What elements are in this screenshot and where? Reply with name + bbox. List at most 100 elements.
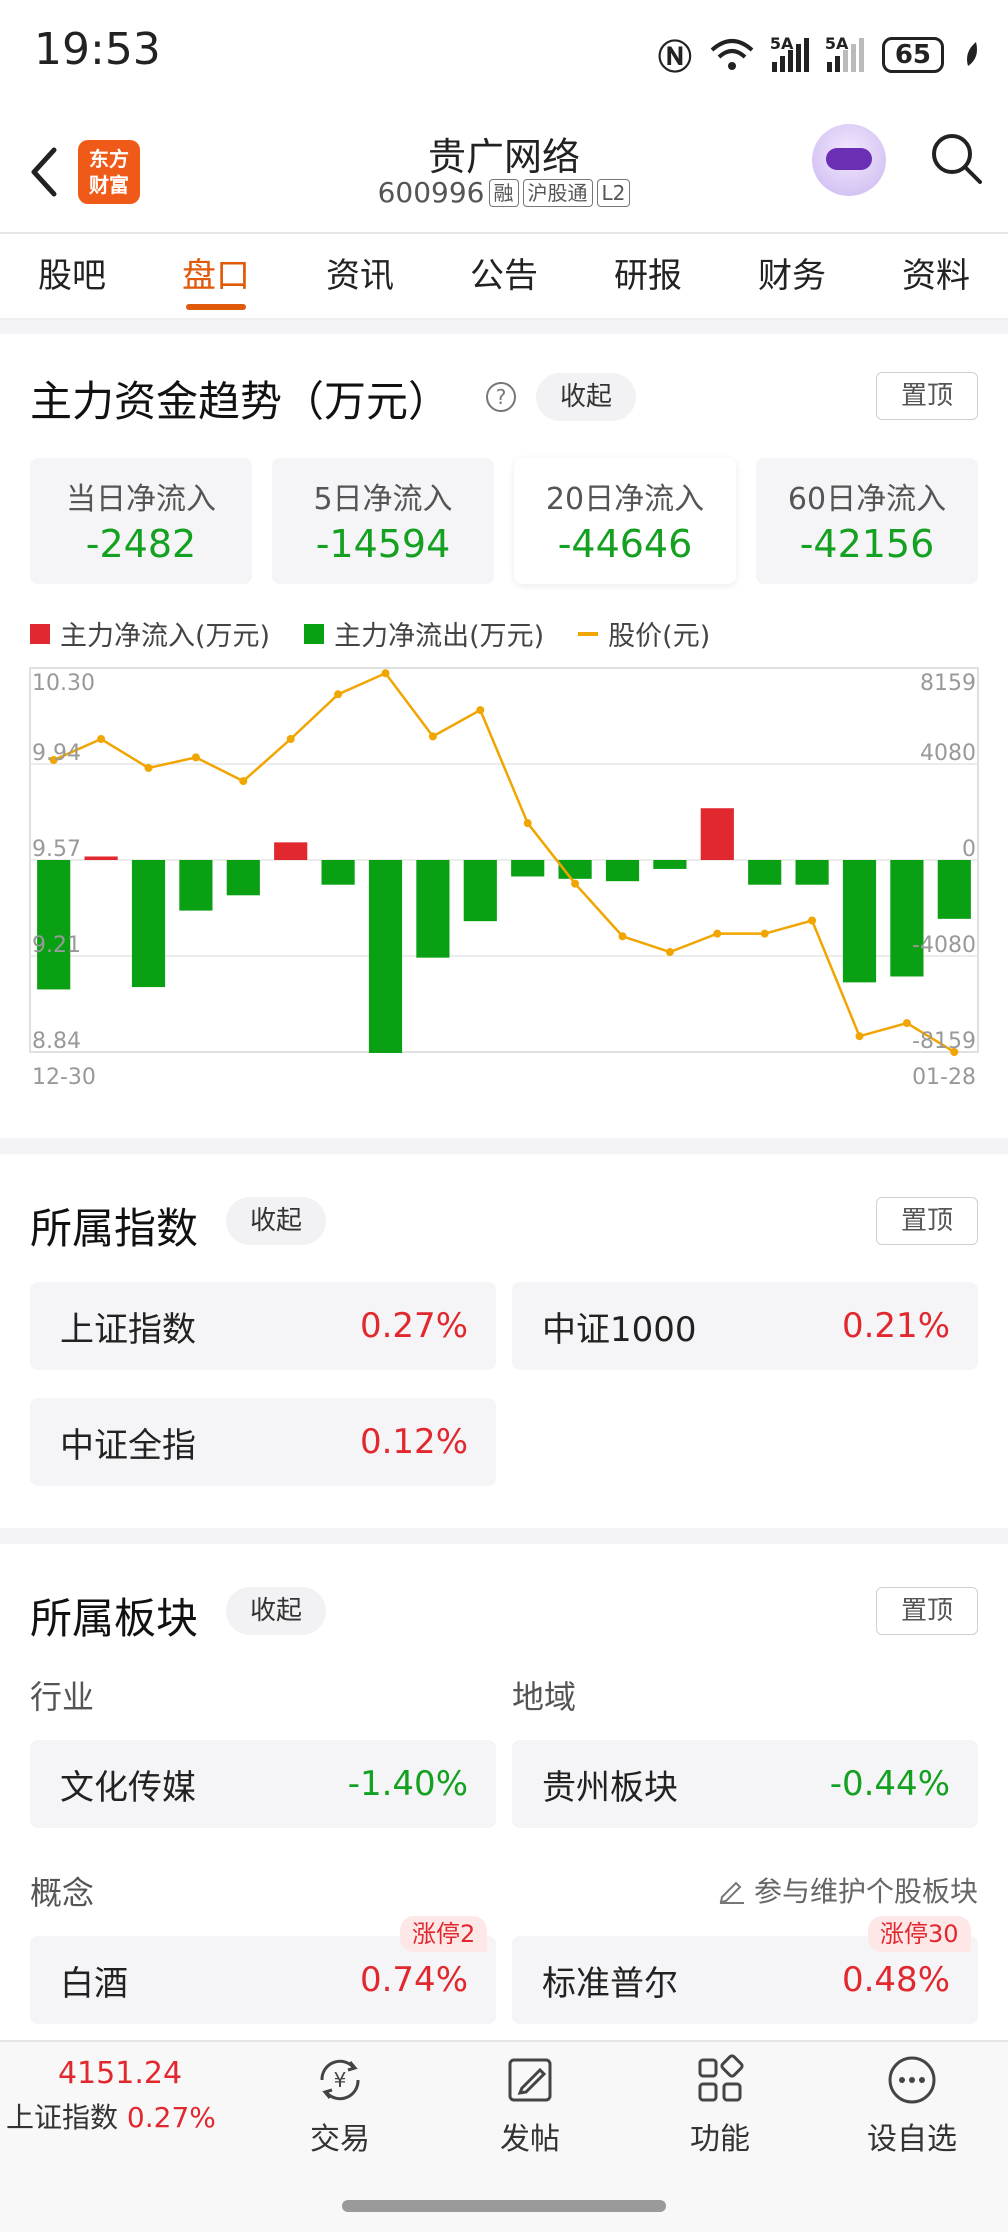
compose-icon <box>508 2058 552 2102</box>
concept-change: 0.74% <box>359 1960 468 2000</box>
flow-box-60day[interactable]: 60日净流入 -42156 <box>756 458 978 584</box>
flow-tick-label: 0 <box>962 837 976 862</box>
flow-tick-label: -8159 <box>912 1029 976 1054</box>
flow-bar <box>653 860 687 869</box>
flow-bar <box>131 860 166 988</box>
flow-box-today[interactable]: 当日净流入 -2482 <box>30 458 252 584</box>
tab-announcements[interactable]: 公告 <box>432 234 576 318</box>
flow-bar <box>368 860 403 1053</box>
price-point <box>334 690 343 699</box>
concept-change: 0.48% <box>841 1960 950 2000</box>
industry-card[interactable]: 文化传媒 -1.40% <box>30 1740 496 1828</box>
flow-bar <box>226 860 260 896</box>
index-change: 0.21% <box>841 1306 950 1346</box>
flow-bar <box>37 860 71 990</box>
chart-legend: 主力净流入(万元) 主力净流出(万元) 股价(元) <box>30 614 710 653</box>
add-watchlist-button[interactable]: 设自选 <box>842 2054 982 2158</box>
yuan-exchange-icon: ¥ <box>320 2059 360 2101</box>
flow-bar <box>321 860 355 885</box>
price-point <box>855 1032 864 1041</box>
nfc-icon: Ⓝ <box>657 38 692 78</box>
trade-button[interactable]: ¥ 交易 <box>270 2054 410 2158</box>
post-button[interactable]: 发帖 <box>460 2054 600 2158</box>
grid-apps-icon <box>698 2054 744 2102</box>
flow-label: 当日净流入 <box>66 482 216 517</box>
tab-bar: 股吧 盘口 资讯 公告 研报 财务 资料 <box>0 234 1008 318</box>
tab-pankou[interactable]: 盘口 <box>144 234 288 318</box>
fund-collapse-button[interactable]: 收起 <box>536 373 637 421</box>
flow-box-5day[interactable]: 5日净流入 -14594 <box>272 458 494 584</box>
tag-level2: L2 <box>596 178 631 207</box>
flow-bar <box>890 860 924 977</box>
index-name: 上证指数 <box>60 1309 196 1350</box>
index-card-csi1000[interactable]: 中证1000 0.21% <box>512 1282 978 1370</box>
price-point <box>808 916 817 925</box>
functions-button[interactable]: 功能 <box>650 2054 790 2158</box>
signal-icon-2: 5A <box>825 34 864 72</box>
x-end-label: 01-28 <box>912 1065 976 1090</box>
price-point <box>665 948 674 957</box>
index-card-csi-all[interactable]: 中证全指 0.12% <box>30 1398 496 1486</box>
tab-guba[interactable]: 股吧 <box>0 234 144 318</box>
flow-tick-label: -4080 <box>912 933 976 958</box>
bottom-index-value[interactable]: 4151.24 <box>0 2056 240 2091</box>
sector-section-title: 所属板块 <box>30 1594 199 1643</box>
flow-box-20day[interactable]: 20日净流入 -44646 <box>514 458 736 584</box>
flow-bar <box>463 860 497 922</box>
price-tick-label: 9.21 <box>32 933 81 958</box>
bottom-index-label[interactable]: 上证指数 0.27% <box>6 2096 216 2136</box>
price-point <box>428 732 437 741</box>
tag-connect: 沪股通 <box>522 178 593 207</box>
index-card-sse[interactable]: 上证指数 0.27% <box>30 1282 496 1370</box>
robot-assistant-icon[interactable] <box>812 124 886 196</box>
flow-label: 60日净流入 <box>787 482 947 517</box>
legend-inflow: 主力净流入(万元) <box>30 614 270 653</box>
tag-margin: 融 <box>488 178 519 207</box>
maintain-sector-link[interactable]: 参与维护个股板块 <box>716 1870 978 1910</box>
index-pin-button[interactable]: 置顶 <box>876 1197 978 1245</box>
battery-icon: 65 <box>881 36 944 73</box>
concept-label: 概念 <box>30 1874 95 1912</box>
flow-bar <box>84 856 118 860</box>
price-point <box>476 706 485 715</box>
flow-bar <box>795 860 829 885</box>
region-label: 地域 <box>512 1678 577 1716</box>
sector-pin-button[interactable]: 置顶 <box>876 1587 978 1635</box>
status-time: 19:53 <box>34 24 161 75</box>
edit-icon <box>719 1881 744 1904</box>
flow-tick-label: 4080 <box>920 741 976 766</box>
price-tick-label: 9.94 <box>32 741 81 766</box>
search-icon[interactable] <box>928 130 984 186</box>
tab-finance[interactable]: 财务 <box>720 234 864 318</box>
svg-text:¥: ¥ <box>334 2068 347 2092</box>
index-collapse-button[interactable]: 收起 <box>226 1197 327 1245</box>
flow-label: 5日净流入 <box>313 482 453 517</box>
price-point <box>902 1019 911 1028</box>
flow-value: -44646 <box>557 522 693 566</box>
price-point <box>191 753 200 762</box>
price-tick-label: 8.84 <box>32 1029 81 1054</box>
region-card[interactable]: 贵州板块 -0.44% <box>512 1740 978 1828</box>
status-icons: Ⓝ 5A 5A 65 <box>658 30 982 79</box>
concept-name: 白酒 <box>60 1963 128 2004</box>
stock-code: 600996 <box>377 176 485 209</box>
limit-up-badge: 涨停2 <box>400 1916 488 1952</box>
tab-news[interactable]: 资讯 <box>288 234 432 318</box>
flow-bar <box>748 860 782 885</box>
tab-profile[interactable]: 资料 <box>864 234 1008 318</box>
flow-bar <box>842 860 877 983</box>
index-name: 中证1000 <box>542 1309 697 1350</box>
sector-collapse-button[interactable]: 收起 <box>226 1587 327 1635</box>
sector-change: -1.40% <box>347 1764 468 1804</box>
sector-name: 文化传媒 <box>60 1767 196 1808</box>
price-point <box>760 929 769 938</box>
help-icon[interactable]: ? <box>486 382 516 412</box>
flow-value: -42156 <box>799 522 935 566</box>
fund-pin-button[interactable]: 置顶 <box>876 372 978 420</box>
price-tick-label: 9.57 <box>32 837 81 862</box>
tab-research[interactable]: 研报 <box>576 234 720 318</box>
home-indicator <box>342 2200 666 2212</box>
flow-bar <box>511 860 545 877</box>
price-point <box>571 879 580 888</box>
legend-price: 股价(元) <box>578 614 710 653</box>
